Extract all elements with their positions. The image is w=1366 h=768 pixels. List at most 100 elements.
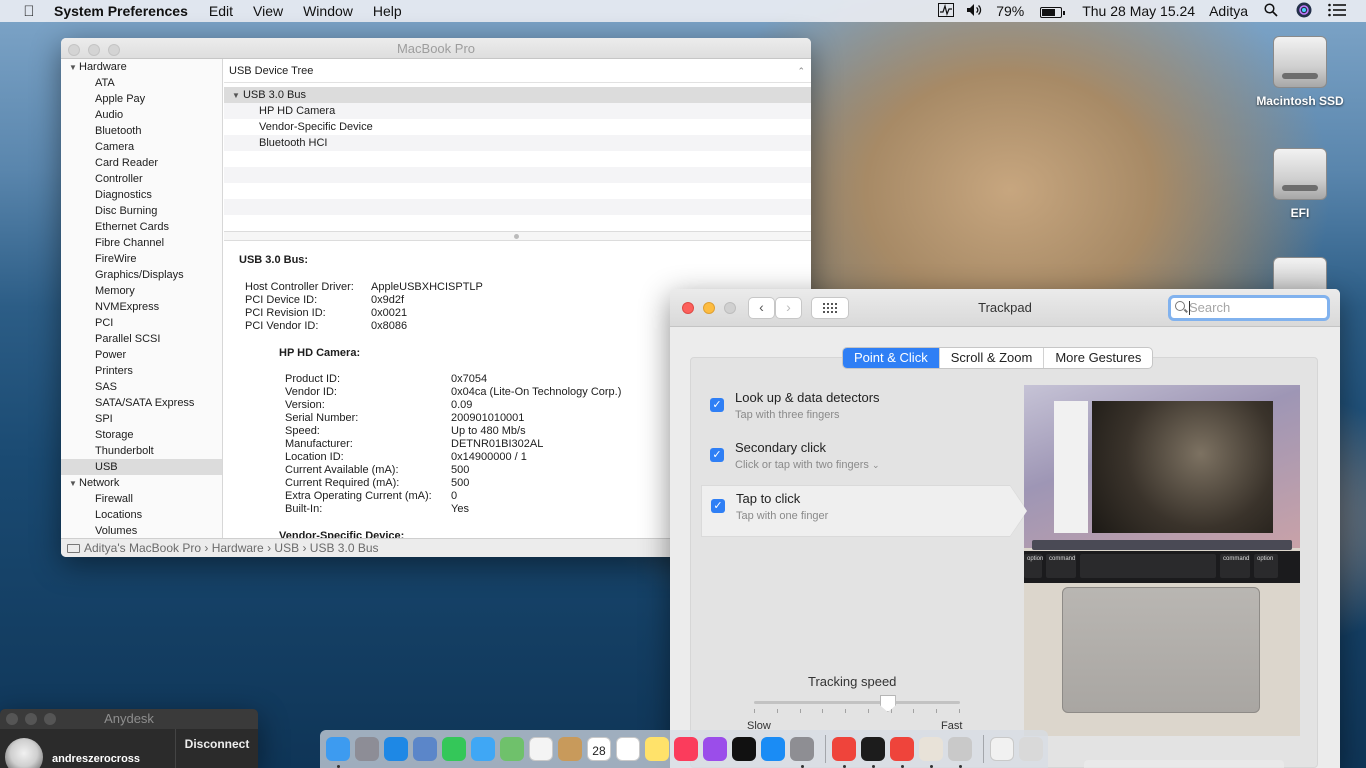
sidebar-item-thunderbolt[interactable]: Thunderbolt (61, 443, 222, 459)
dock-launchpad-icon[interactable] (355, 737, 379, 761)
menu-app-name[interactable]: System Preferences (54, 3, 188, 19)
dock-anydesk-icon[interactable] (832, 737, 856, 768)
sidebar-item-printers[interactable]: Printers (61, 363, 222, 379)
tree-row-device[interactable]: Bluetooth HCI (224, 135, 811, 151)
sidebar-item-camera[interactable]: Camera (61, 139, 222, 155)
search-input[interactable]: Search (1168, 295, 1330, 321)
notification-center-icon[interactable] (1328, 3, 1346, 20)
dock-anydesk-2-icon[interactable] (890, 737, 914, 768)
disconnect-button[interactable]: Disconnect (175, 729, 258, 768)
menu-help[interactable]: Help (373, 3, 402, 19)
volume-icon[interactable] (966, 3, 984, 20)
sidebar-item-diagnostics[interactable]: Diagnostics (61, 187, 222, 203)
sidebar-item-audio[interactable]: Audio (61, 107, 222, 123)
sidebar-item-sas[interactable]: SAS (61, 379, 222, 395)
dock-photos-icon[interactable] (529, 737, 553, 761)
dock-reminders-icon[interactable] (616, 737, 640, 761)
sidebar-item-pci[interactable]: PCI (61, 315, 222, 331)
sidebar-group-network[interactable]: ▼ Network (61, 475, 222, 491)
dock-facetime-icon[interactable] (442, 737, 466, 761)
close-button[interactable] (6, 713, 18, 725)
tab-point-and-click[interactable]: Point & Click (843, 348, 939, 368)
sidebar-item-power[interactable]: Power (61, 347, 222, 363)
sidebar-item-fibre-channel[interactable]: Fibre Channel (61, 235, 222, 251)
user-menu[interactable]: Aditya (1209, 3, 1248, 19)
device-tree-header[interactable]: USB Device Tree ⌃ (224, 59, 811, 83)
menu-window[interactable]: Window (303, 3, 353, 19)
tab-scroll-and-zoom[interactable]: Scroll & Zoom (938, 348, 1044, 368)
option-secondary-click[interactable]: ✓ Secondary click Click or tap with two … (701, 435, 1010, 487)
battery-icon[interactable] (1028, 3, 1066, 19)
zoom-button[interactable] (108, 44, 120, 56)
split-view-divider[interactable] (224, 231, 811, 241)
dock-system-preferences-icon[interactable] (790, 737, 814, 768)
dock-preview-icon[interactable] (413, 737, 437, 761)
menu-edit[interactable]: Edit (209, 3, 233, 19)
siri-icon[interactable] (1296, 2, 1312, 21)
look-up-checkbox[interactable]: ✓ (710, 398, 724, 412)
dock-terminal-icon[interactable] (861, 737, 885, 768)
disclosure-triangle-icon[interactable]: ▼ (69, 476, 79, 492)
sidebar-item-usb[interactable]: USB (61, 459, 222, 475)
disclosure-triangle-icon[interactable]: ▼ (232, 91, 240, 100)
activity-monitor-icon[interactable] (938, 2, 955, 20)
path-item[interactable]: Hardware (212, 541, 264, 555)
trackpad-titlebar[interactable]: ‹ › Trackpad Search (670, 289, 1340, 327)
sidebar-item-controller[interactable]: Controller (61, 171, 222, 187)
sidebar-item-ata[interactable]: ATA (61, 75, 222, 91)
sidebar-item-firewall[interactable]: Firewall (61, 491, 222, 507)
clock[interactable]: Thu 28 May 15.24 (1082, 3, 1195, 19)
battery-percentage[interactable]: 79% (996, 3, 1024, 19)
sidebar-item-ethernet-cards[interactable]: Ethernet Cards (61, 219, 222, 235)
tree-row-device[interactable]: Vendor-Specific Device (224, 119, 811, 135)
desktop-disk-macintosh-ssd[interactable]: Macintosh SSD (1250, 36, 1350, 108)
sidebar-item-apple-pay[interactable]: Apple Pay (61, 91, 222, 107)
sidebar-item-spi[interactable]: SPI (61, 411, 222, 427)
dock-app-store-icon[interactable] (761, 737, 785, 761)
dock-notes-icon[interactable] (645, 737, 669, 761)
sidebar-item-storage[interactable]: Storage (61, 427, 222, 443)
apple-menu-icon[interactable]:  (20, 3, 38, 20)
secondary-click-dropdown[interactable]: Click or tap with two fingers ⌄ (735, 459, 880, 471)
sidebar-item-bluetooth[interactable]: Bluetooth (61, 123, 222, 139)
dock-safari-icon[interactable] (384, 737, 408, 761)
secondary-click-checkbox[interactable]: ✓ (710, 448, 724, 462)
dock-tv-icon[interactable] (732, 737, 756, 761)
tree-row-usb-bus[interactable]: ▼ USB 3.0 Bus (224, 87, 811, 103)
tree-row-device[interactable]: HP HD Camera (224, 103, 811, 119)
sysinfo-titlebar[interactable]: MacBook Pro (61, 38, 811, 59)
dock-xcode-tools-icon[interactable] (919, 737, 943, 768)
minimize-button[interactable] (88, 44, 100, 56)
dock-calendar-icon[interactable]: 28 (587, 737, 611, 761)
option-tap-to-click[interactable]: ✓ Tap to click Tap with one finger (701, 485, 1028, 537)
dock-maps-icon[interactable] (500, 737, 524, 761)
sidebar-item-firewire[interactable]: FireWire (61, 251, 222, 267)
path-item[interactable]: USB 3.0 Bus (310, 541, 379, 555)
tap-to-click-checkbox[interactable]: ✓ (711, 499, 725, 513)
sidebar-item-sata-sata-express[interactable]: SATA/SATA Express (61, 395, 222, 411)
minimize-button[interactable] (25, 713, 37, 725)
sidebar-item-parallel-scsi[interactable]: Parallel SCSI (61, 331, 222, 347)
tab-more-gestures[interactable]: More Gestures (1043, 348, 1152, 368)
anydesk-titlebar[interactable]: Anydesk (0, 709, 258, 729)
zoom-button[interactable] (44, 713, 56, 725)
sidebar-group-hardware[interactable]: ▼ Hardware (61, 59, 222, 75)
sidebar-item-disc-burning[interactable]: Disc Burning (61, 203, 222, 219)
sidebar-item-volumes[interactable]: Volumes (61, 523, 222, 538)
path-item[interactable]: USB (274, 541, 299, 555)
path-item[interactable]: Aditya's MacBook Pro (84, 541, 201, 555)
dock-podcasts-icon[interactable] (703, 737, 727, 761)
sidebar-item-locations[interactable]: Locations (61, 507, 222, 523)
disclosure-triangle-icon[interactable]: ▼ (69, 60, 79, 76)
spotlight-icon[interactable] (1264, 2, 1278, 20)
sidebar-item-nvmexpress[interactable]: NVMExpress (61, 299, 222, 315)
option-look-up[interactable]: ✓ Look up & data detectors Tap with thre… (701, 385, 1010, 437)
dock-contacts-icon[interactable] (558, 737, 582, 761)
sidebar-item-memory[interactable]: Memory (61, 283, 222, 299)
chevron-up-icon[interactable]: ⌃ (797, 59, 805, 83)
dock-trash-icon[interactable] (1019, 737, 1043, 761)
dock-finder-icon[interactable] (326, 737, 350, 768)
desktop-disk-efi[interactable]: EFI (1250, 148, 1350, 220)
dock-messages-icon[interactable] (471, 737, 495, 761)
dock-automator-icon[interactable] (948, 737, 972, 768)
